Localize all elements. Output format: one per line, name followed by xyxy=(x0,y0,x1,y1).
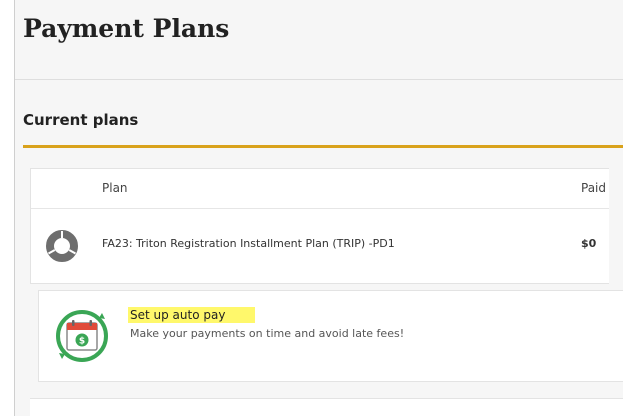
column-header-plan: Plan xyxy=(102,181,128,195)
calendar-dollar-icon: $ xyxy=(56,310,108,362)
table-header: Plan Paid xyxy=(31,169,609,209)
next-card xyxy=(30,398,623,416)
autopay-card[interactable]: $ Set up auto pay Make your payments on … xyxy=(38,290,623,382)
section-title-current-plans: Current plans xyxy=(23,111,139,129)
column-header-paid: Paid xyxy=(581,181,607,195)
plans-table: Plan Paid FA23: Triton Registration Inst… xyxy=(30,168,609,284)
section-accent-rule xyxy=(23,145,623,148)
plan-paid-amount: $0 xyxy=(581,237,597,250)
page-title: Payment Plans xyxy=(23,14,230,43)
title-divider xyxy=(15,79,623,80)
autopay-description: Make your payments on time and avoid lat… xyxy=(130,327,405,340)
progress-donut-icon xyxy=(46,230,78,262)
plan-name[interactable]: FA23: Triton Registration Installment Pl… xyxy=(102,237,395,250)
svg-text:$: $ xyxy=(79,337,85,347)
table-row[interactable]: FA23: Triton Registration Installment Pl… xyxy=(31,209,609,283)
autopay-link[interactable]: Set up auto pay xyxy=(128,307,256,323)
